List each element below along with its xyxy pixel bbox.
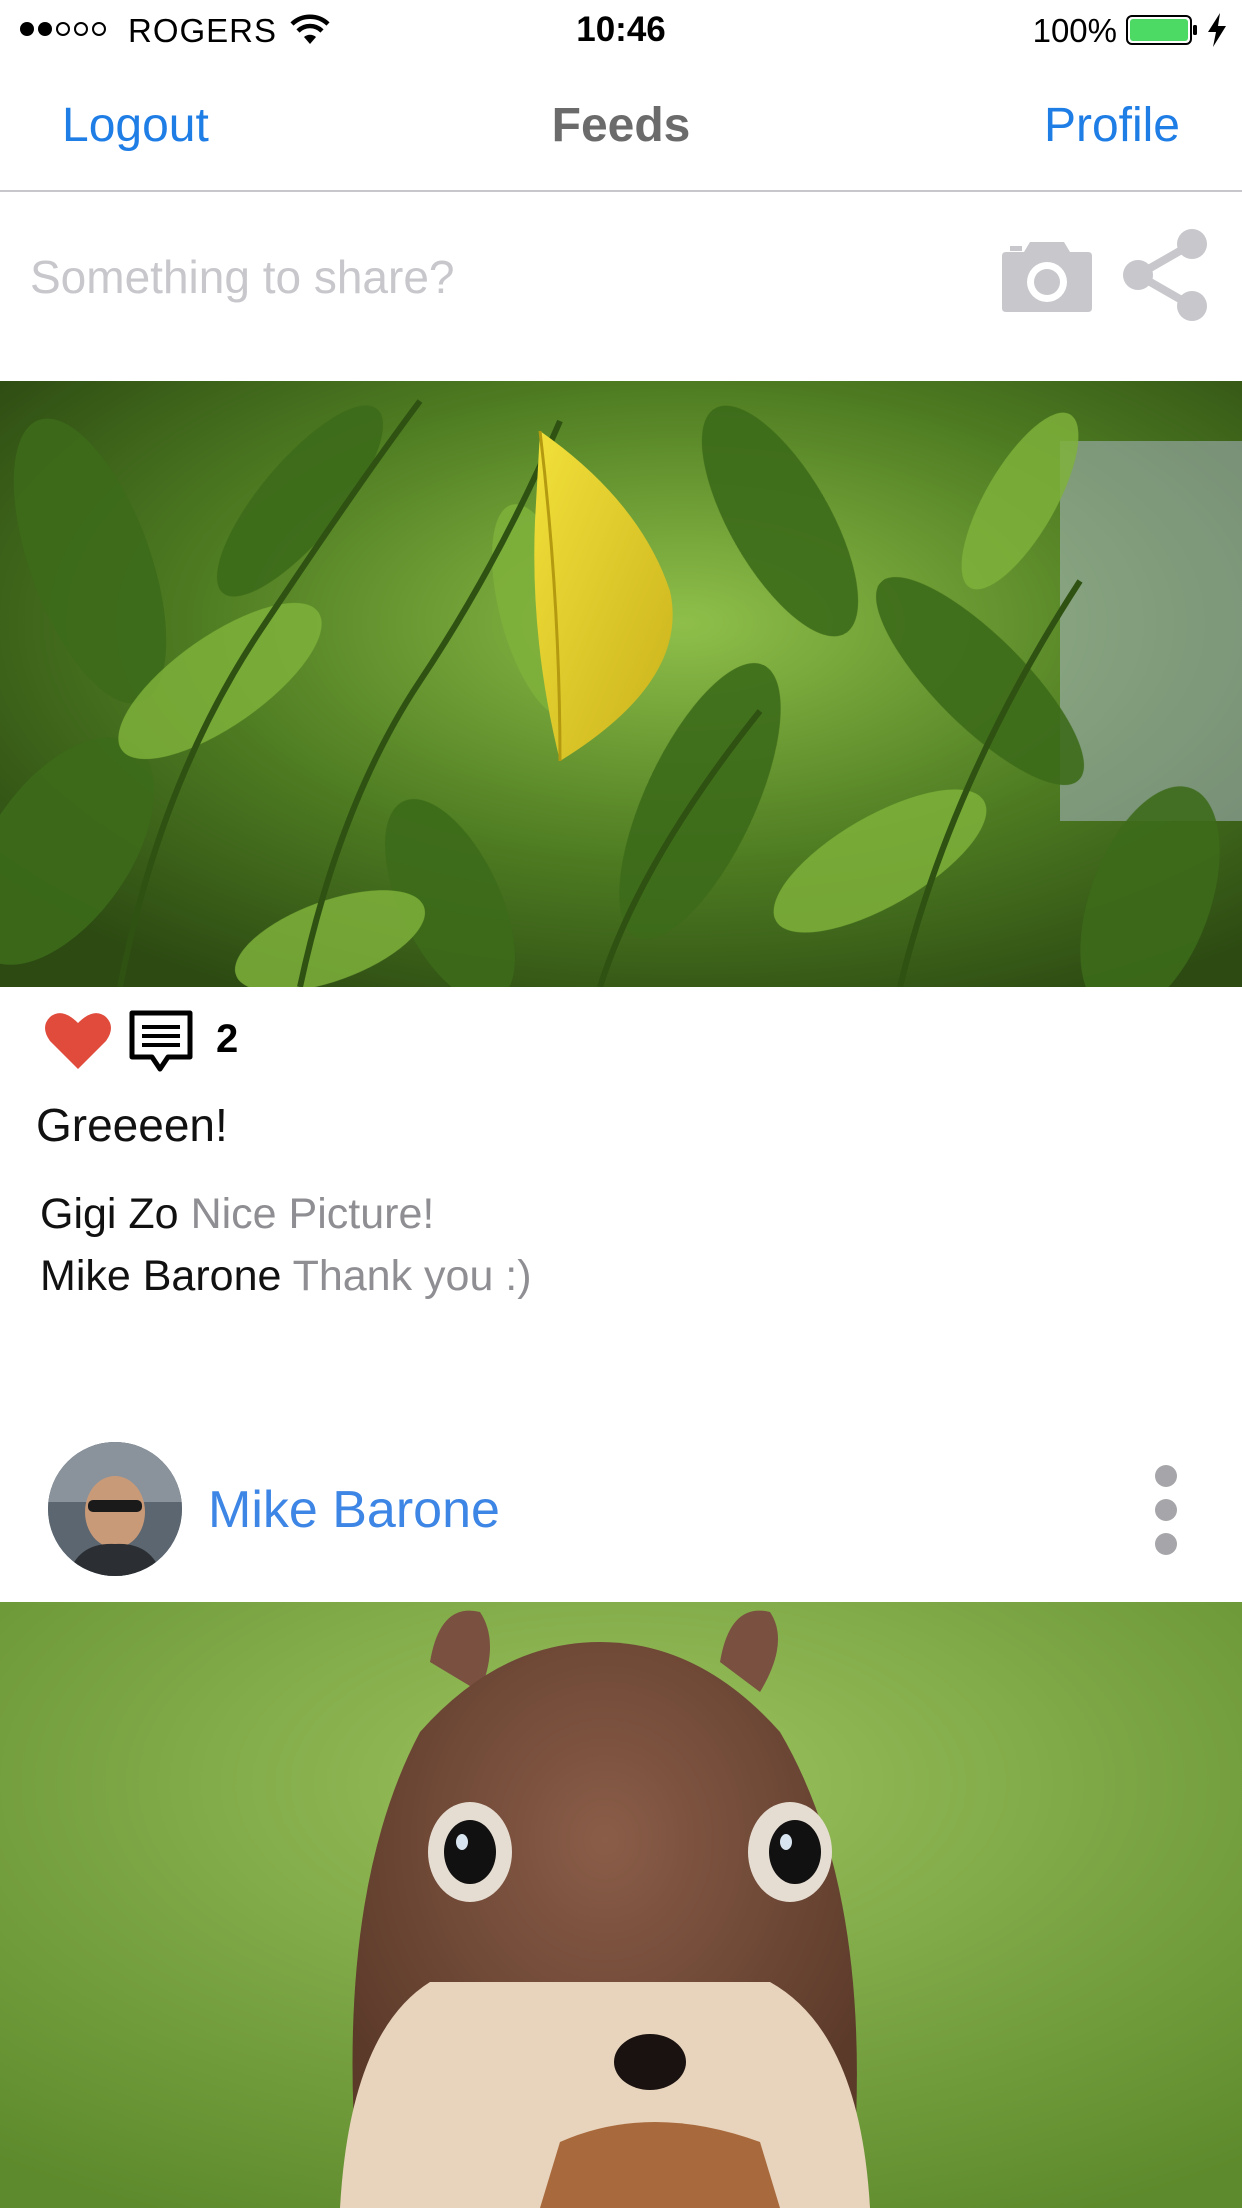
battery-icon — [1126, 15, 1197, 45]
comment-item: Gigi Zo Nice Picture! — [40, 1190, 434, 1239]
charging-bolt-icon — [1208, 13, 1226, 47]
comment-author[interactable]: Gigi Zo — [40, 1190, 179, 1238]
profile-button[interactable]: Profile — [1044, 98, 1180, 153]
post-caption: Greeeen! — [36, 1099, 228, 1151]
chipmunk-illustration — [0, 1602, 1242, 2208]
comment-count: 2 — [216, 1017, 239, 1061]
comment-text: Thank you :) — [292, 1252, 532, 1300]
post-actions: 2 — [0, 987, 1242, 1077]
comment-author[interactable]: Mike Barone — [40, 1252, 281, 1300]
comment-text: Nice Picture! — [190, 1190, 435, 1238]
share-icon[interactable] — [1120, 228, 1212, 322]
more-vertical-icon[interactable] — [1148, 1462, 1184, 1558]
post-composer — [0, 192, 1242, 380]
navigation-bar: Logout Feeds Profile — [0, 62, 1242, 192]
avatar[interactable] — [48, 1442, 182, 1576]
post-photo-chipmunk[interactable] — [0, 1602, 1242, 2208]
camera-icon[interactable] — [1000, 236, 1094, 314]
comment-icon[interactable] — [128, 1009, 194, 1073]
battery-percent: 100% — [1032, 12, 1117, 49]
avatar-photo — [48, 1442, 182, 1576]
share-input[interactable] — [30, 242, 930, 312]
post-author-name[interactable]: Mike Barone — [208, 1480, 500, 1540]
status-bar: ROGERS 10:46 100% — [0, 0, 1242, 62]
post-photo-leaves[interactable] — [0, 381, 1242, 987]
heart-icon[interactable] — [44, 1009, 112, 1071]
post-header: Mike Barone — [0, 1432, 1242, 1602]
leaves-illustration — [0, 381, 1242, 987]
comment-item: Mike Barone Thank you :) — [40, 1252, 532, 1301]
